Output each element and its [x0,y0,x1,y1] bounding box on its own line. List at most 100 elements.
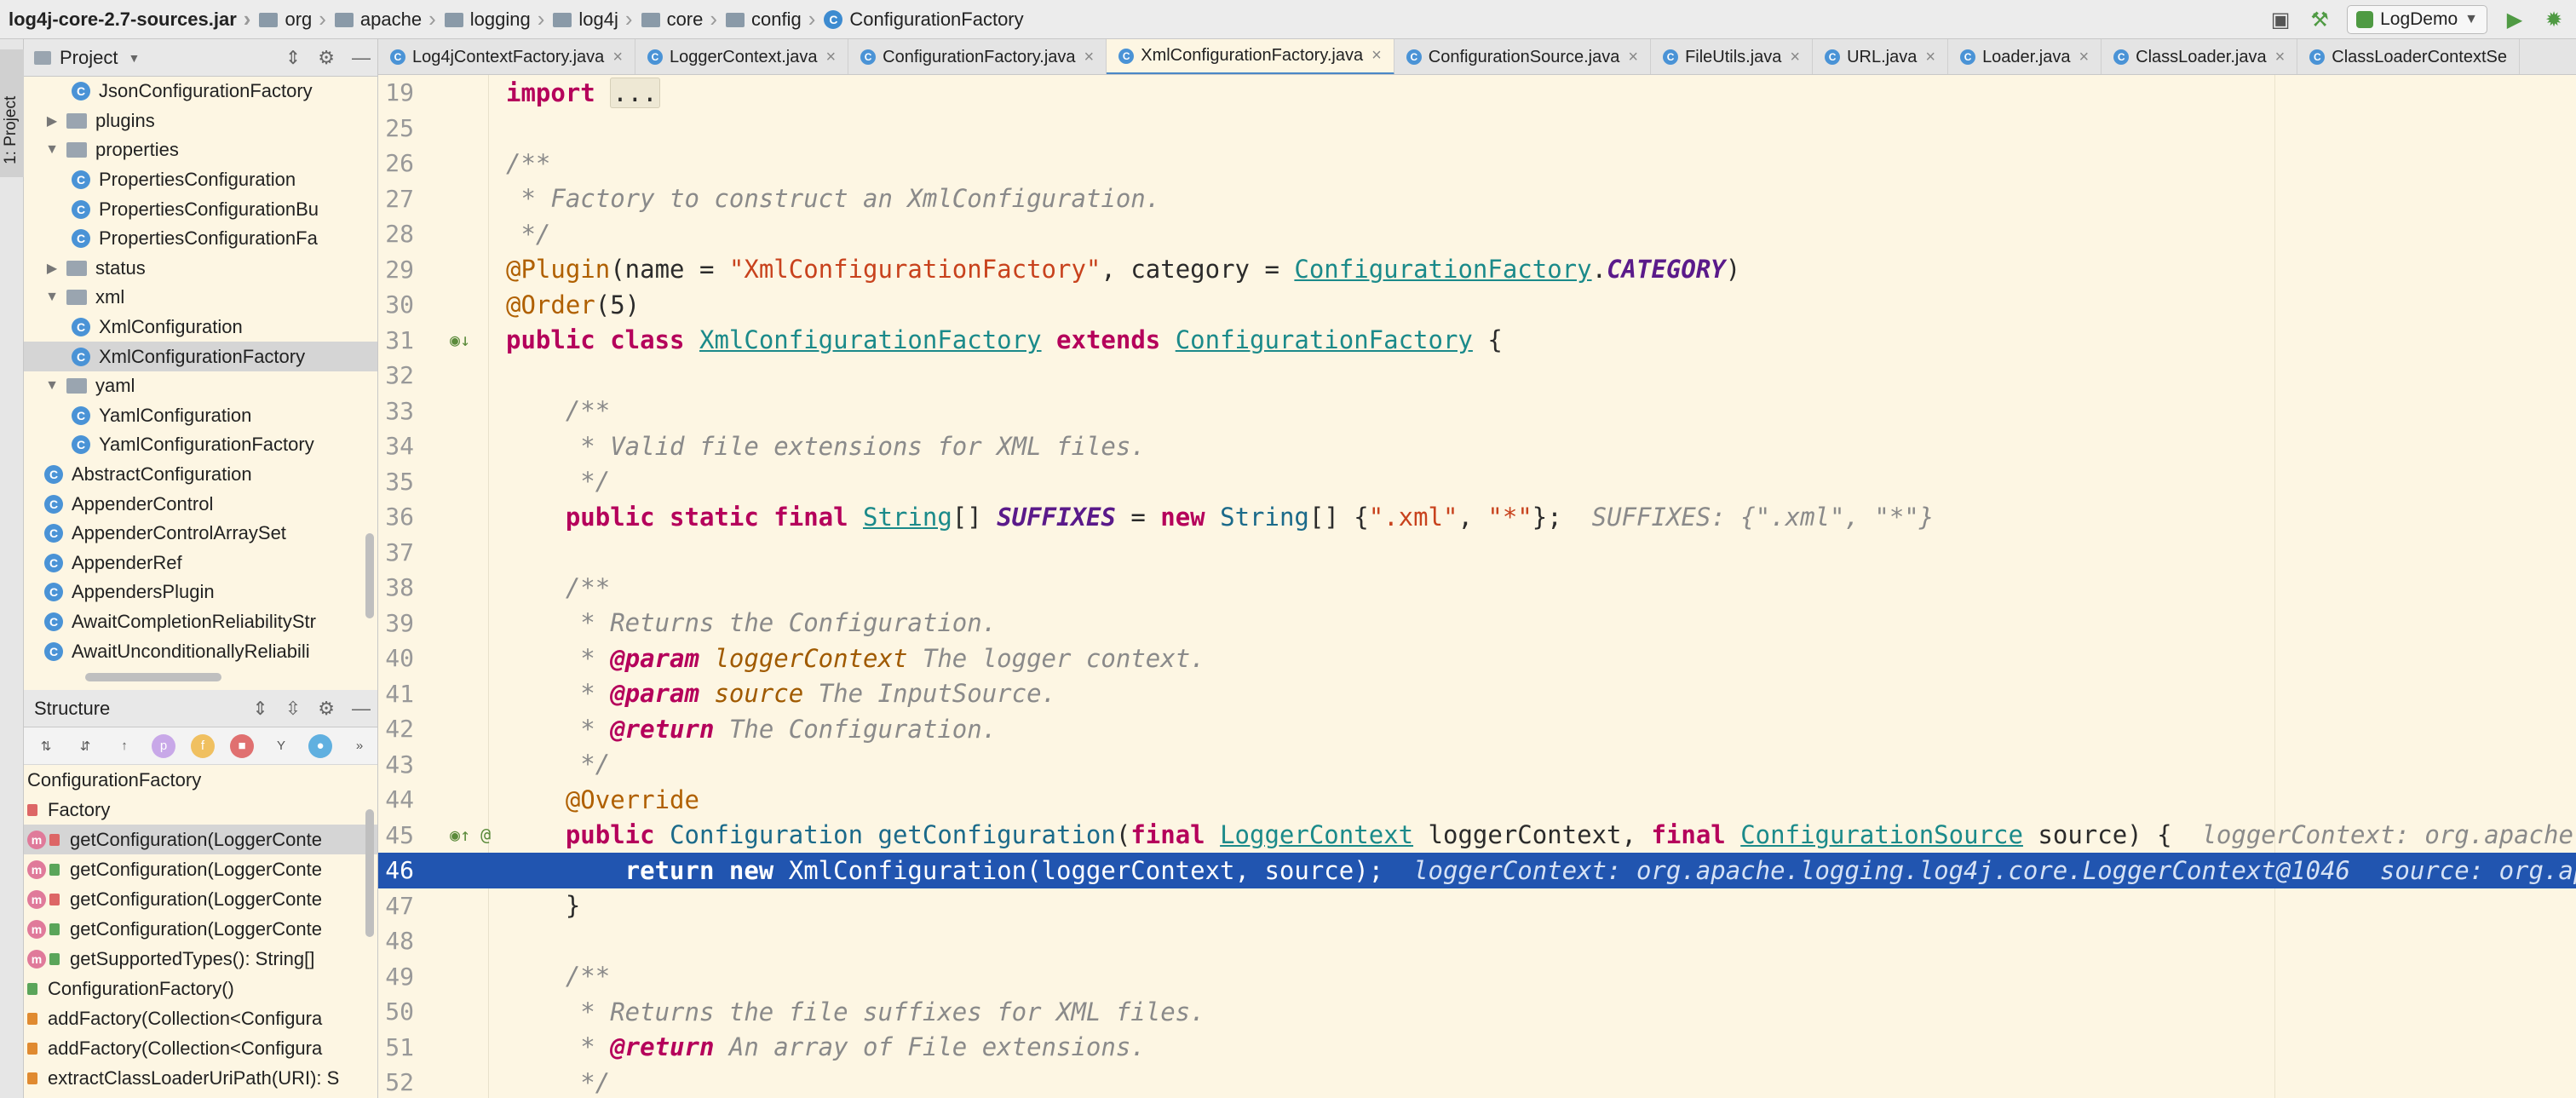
code-line[interactable]: 26 /** [378,146,2576,181]
expand-arrow-icon[interactable]: ▼ [44,142,60,158]
code-line[interactable]: 28 */ [378,216,2576,252]
collapse-all-icon[interactable]: ⇳ [285,698,301,720]
structure-item[interactable]: m getConfiguration(LoggerConte [24,884,377,914]
editor-tab[interactable]: C ConfigurationSource.java × [1394,39,1652,74]
gear-icon[interactable]: ⚙ [318,47,335,69]
editor-tab[interactable]: C Loader.java × [1948,39,2102,74]
tree-item[interactable]: C JsonConfigurationFactory [24,77,377,106]
close-icon[interactable]: × [612,48,623,67]
vertical-scrollbar[interactable] [365,809,374,937]
code-line[interactable]: 42 * @return The Configuration. [378,711,2576,747]
breadcrumb-item[interactable]: log4j-core-2.7-sources.jar › [9,0,259,39]
code-line[interactable]: 32 [378,358,2576,394]
tree-item[interactable]: C AbstractConfiguration [24,460,377,490]
window-icon[interactable]: ▣ [2268,8,2292,32]
show-anonymous-icon[interactable]: ● [308,733,332,758]
code-line[interactable]: 41 * @param source The InputSource. [378,676,2576,712]
code-line[interactable]: 44 @Override [378,782,2576,818]
structure-item[interactable]: addFactory(Collection<Configura [24,1033,377,1063]
tree-item[interactable]: C AppenderControlArraySet [24,519,377,549]
editor-tab[interactable]: C LoggerContext.java × [635,39,849,74]
collapse-arrow-icon[interactable]: ▶ [44,112,60,129]
code-line[interactable]: 38 /** [378,570,2576,606]
tree-item[interactable]: ▼ xml [24,283,377,313]
breadcrumb-item[interactable]: log4j › [553,0,641,39]
more-icon[interactable]: » [348,734,371,758]
expand-arrow-icon[interactable]: ▼ [44,290,60,305]
code-line[interactable]: 19 import ... [378,75,2576,111]
minimize-icon[interactable]: — [352,698,371,720]
code-line[interactable]: 43 */ [378,747,2576,783]
structure-item[interactable]: m getConfiguration(LoggerConte [24,854,377,884]
sort-visibility-icon[interactable]: ⇵ [73,734,97,758]
code-line[interactable]: 40 * @param loggerContext The logger con… [378,641,2576,676]
tree-item[interactable]: C PropertiesConfiguration [24,165,377,195]
structure-item[interactable]: m getConfiguration(LoggerConte [24,914,377,944]
structure-item[interactable]: addFactory(Collection<Configura [24,1003,377,1033]
breadcrumb-item[interactable]: org › [259,0,334,39]
close-icon[interactable]: × [1084,48,1095,67]
editor-tab[interactable]: C ClassLoaderContextSe [2297,39,2520,74]
minimize-icon[interactable]: — [352,47,371,69]
editor-tab[interactable]: C XmlConfigurationFactory.java × [1107,39,1394,74]
collapse-all-icon[interactable]: ⇕ [285,47,301,69]
code-line[interactable]: 36 public static final String[] SUFFIXES… [378,499,2576,535]
build-hammer-icon[interactable]: ⚒ [2308,8,2332,32]
code-line[interactable]: 31 ◉↓ public class XmlConfigurationFactory… [378,323,2576,359]
breadcrumb-item[interactable]: core › [641,0,726,39]
code-line[interactable]: 29 @Plugin(name = "XmlConfigurationFactor… [378,252,2576,288]
breadcrumb-item[interactable]: config › [726,0,824,39]
editor-tab[interactable]: C FileUtils.java × [1651,39,1814,74]
code-line[interactable]: 30 @Order(5) [378,287,2576,323]
tree-item[interactable]: ▼ yaml [24,371,377,401]
code-line[interactable]: 35 */ [378,464,2576,500]
structure-item[interactable]: ConfigurationFactory() [24,974,377,1003]
show-properties-icon[interactable]: p [152,733,175,758]
code-line[interactable]: 51 * @return An array of File extensions… [378,1030,2576,1066]
debug-icon[interactable]: ✹ [2542,8,2566,32]
code-line[interactable]: 37 [378,535,2576,571]
gutter-marker-icon[interactable]: ◉↑ @ [450,825,491,845]
editor-tab[interactable]: C URL.java × [1813,39,1949,74]
tree-item[interactable]: C AwaitUnconditionallyReliabili [24,636,377,666]
structure-item[interactable]: m getConfiguration(LoggerConte [24,825,377,854]
structure-item[interactable]: m getSupportedTypes(): String[] [24,944,377,974]
show-inherited-icon[interactable]: ↑ [112,734,136,758]
code-line[interactable]: 39 * Returns the Configuration. [378,606,2576,641]
gear-icon[interactable]: ⚙ [318,698,335,720]
gutter-marker-icon[interactable]: ◉↓ [450,330,484,350]
editor-tab[interactable]: C ClassLoader.java × [2102,39,2298,74]
expand-all-icon[interactable]: ⇕ [252,698,267,720]
tree-item[interactable]: C YamlConfigurationFactory [24,430,377,460]
tree-item[interactable]: ▶ plugins [24,106,377,136]
tree-item[interactable]: C PropertiesConfigurationBu [24,194,377,224]
code-line[interactable]: 27 * Factory to construct an XmlConfigur… [378,181,2576,217]
project-tool-tab[interactable]: 1: Project [0,49,24,177]
project-view-select[interactable]: Project [60,47,118,69]
structure-item[interactable]: Factory [24,795,377,825]
close-icon[interactable]: × [2275,48,2286,67]
code-line[interactable]: 50 * Returns the file suffixes for XML f… [378,994,2576,1030]
tree-item[interactable]: C YamlConfiguration [24,401,377,431]
tree-item[interactable]: ▶ status [24,254,377,284]
run-configuration-select[interactable]: LogDemo ▼ [2347,5,2487,34]
tree-item[interactable]: C AppendersPlugin [24,578,377,607]
horizontal-scrollbar[interactable] [85,673,221,681]
tree-item[interactable]: C AppenderControl [24,489,377,519]
tree-item[interactable]: C PropertiesConfigurationFa [24,224,377,254]
close-icon[interactable]: × [1628,48,1638,67]
structure-item[interactable]: extractClassLoaderUriPath(URI): S [24,1063,377,1093]
code-line[interactable]: 48 [378,923,2576,959]
execution-line[interactable]: 46 return new XmlConfiguration(loggerCon… [378,853,2576,888]
code-line[interactable]: 47 } [378,888,2576,924]
code-line[interactable]: 33 /** [378,394,2576,429]
show-fields-icon[interactable]: f [191,733,215,758]
tree-item[interactable]: C AppenderRef [24,549,377,578]
sort-alpha-icon[interactable]: ⇅ [34,734,58,758]
collapse-arrow-icon[interactable]: ▶ [44,260,60,277]
code-line[interactable]: 25 [378,111,2576,147]
expand-arrow-icon[interactable]: ▼ [44,378,60,394]
code-line[interactable]: 34 * Valid file extensions for XML files… [378,428,2576,464]
tree-item[interactable]: C XmlConfiguration [24,313,377,342]
code-line[interactable]: 45 ◉↑ @ public Configuration getConfigura… [378,818,2576,854]
